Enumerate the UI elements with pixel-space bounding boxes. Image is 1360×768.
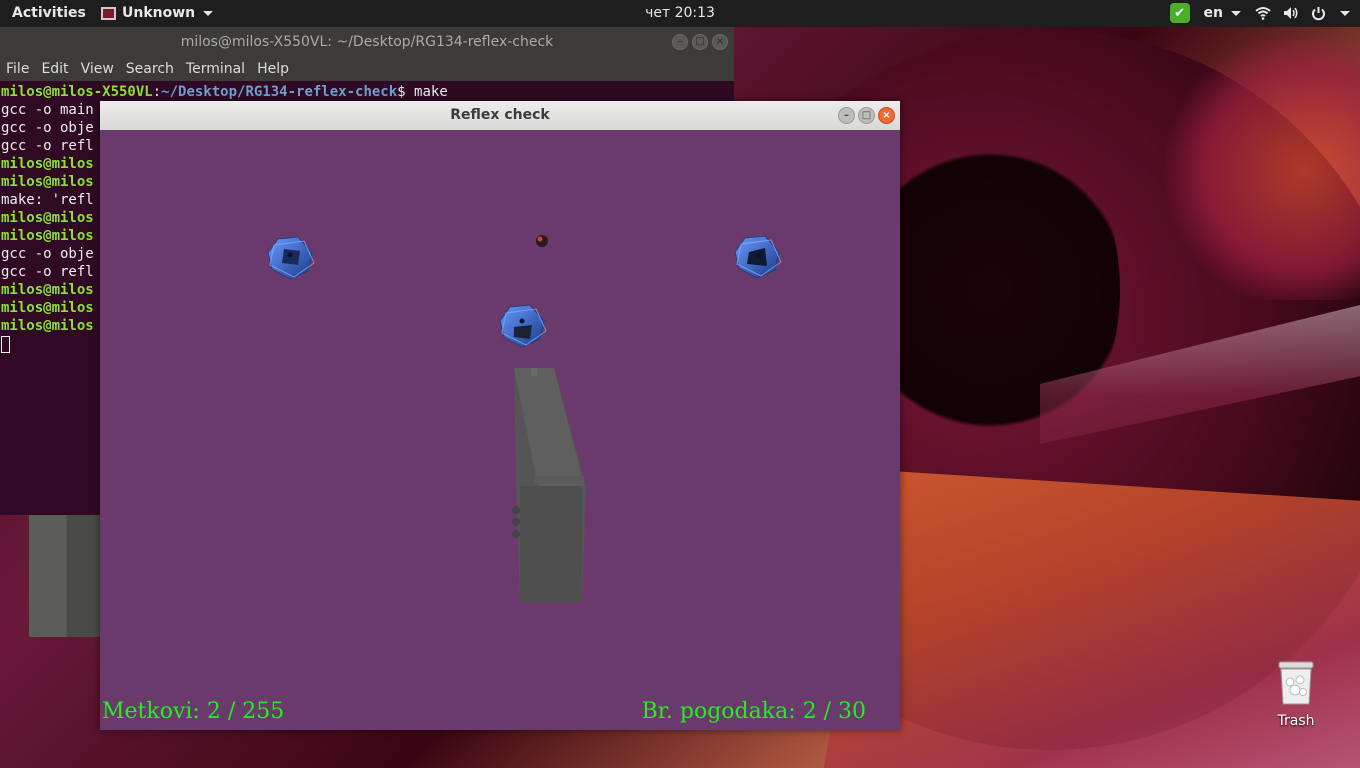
terminal-prompt-line: milos@milos-X550VL:~/Desktop/RG134-refle… (1, 84, 448, 100)
target-crystal-center (499, 304, 547, 348)
maximize-button[interactable]: □ (692, 34, 708, 50)
output-text: gcc -o main (1, 102, 94, 118)
output-text: gcc -o refl (1, 264, 94, 280)
prompt-user: milos@milos (1, 318, 94, 334)
output-text: gcc -o refl (1, 138, 94, 154)
maximize-button[interactable]: □ (858, 107, 875, 124)
trash-label: Trash (1277, 713, 1315, 729)
close-button[interactable]: × (712, 34, 728, 50)
hits-counter: Br. pogodaka: 2 / 30 (641, 699, 866, 724)
ammo-counter: Metkovi: 2 / 255 (102, 699, 285, 724)
menu-file[interactable]: File (0, 57, 35, 81)
prompt-user: milos@milos (1, 156, 94, 172)
volume-icon (1284, 7, 1298, 19)
terminal-titlebar[interactable]: milos@milos-X550VL: ~/Desktop/RG134-refl… (0, 27, 734, 57)
player-gun (512, 368, 586, 602)
trash-desktop-icon[interactable]: Trash (1270, 660, 1322, 729)
game-scene (267, 235, 782, 602)
top-bar: Activities Unknown чет 20:13 ✔ en (0, 0, 1360, 27)
menu-view[interactable]: View (75, 57, 120, 81)
minimize-button[interactable]: – (838, 107, 855, 124)
checkmark-icon[interactable]: ✔ (1169, 3, 1190, 23)
clock-label: чет 20:13 (645, 5, 715, 21)
clock[interactable]: чет 20:13 (0, 5, 1360, 21)
output-text: make: 'refl (1, 192, 94, 208)
trash-icon (1278, 661, 1314, 705)
language-menu[interactable]: en (1204, 5, 1241, 21)
prompt-command: $ make (397, 84, 448, 100)
prompt-user: milos@milos (1, 282, 94, 298)
reflex-titlebar[interactable]: Reflex check – □ × (100, 101, 900, 130)
reflex-title: Reflex check (450, 107, 550, 123)
target-crystal-right (734, 235, 782, 279)
wifi-icon (1255, 7, 1271, 20)
prompt-user: milos@milos (1, 228, 94, 244)
output-text: gcc -o obje (1, 246, 94, 262)
terminal-menubar: File Edit View Search Terminal Help (0, 57, 734, 81)
background-window-fragment (29, 515, 101, 637)
menu-search[interactable]: Search (120, 57, 180, 81)
menu-help[interactable]: Help (251, 57, 295, 81)
output-text: gcc -o obje (1, 120, 94, 136)
text-cursor (1, 335, 10, 353)
menu-edit[interactable]: Edit (35, 57, 74, 81)
terminal-title: milos@milos-X550VL: ~/Desktop/RG134-refl… (180, 34, 554, 50)
prompt-path: ~/Desktop/RG134-reflex-check (161, 84, 398, 100)
target-crystal-left (267, 236, 315, 280)
chevron-down-icon (1231, 10, 1241, 16)
system-menu[interactable] (1255, 6, 1350, 21)
prompt-user: milos@milos (1, 210, 94, 226)
close-button[interactable]: × (878, 107, 895, 124)
minimize-button[interactable]: – (672, 34, 688, 50)
projectile-ball (536, 235, 548, 247)
prompt-user: milos@milos (1, 300, 94, 316)
game-canvas[interactable]: Metkovi: 2 / 255 Br. pogodaka: 2 / 30 (100, 130, 900, 730)
language-label: en (1203, 5, 1223, 21)
prompt-user: milos@milos-X550VL (1, 84, 153, 100)
menu-terminal[interactable]: Terminal (180, 57, 251, 81)
prompt-user: milos@milos (1, 174, 94, 190)
reflex-check-window[interactable]: Reflex check – □ × Metkovi: 2 / 255 Br. … (100, 101, 900, 730)
chevron-down-icon (1340, 10, 1350, 16)
power-icon (1312, 6, 1325, 20)
